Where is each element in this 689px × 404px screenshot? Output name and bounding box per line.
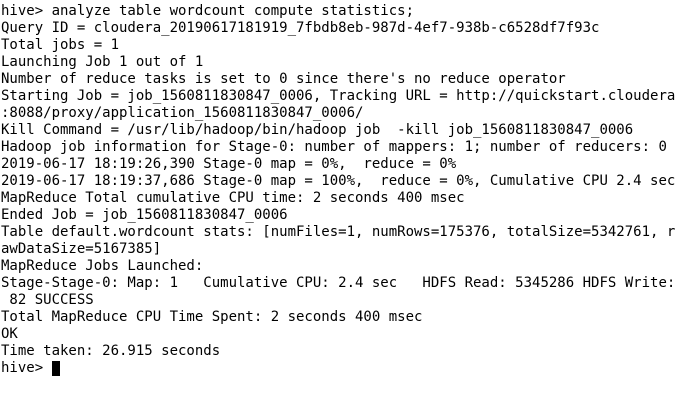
terminal-line: Total MapReduce CPU Time Spent: 2 second… [1, 309, 423, 325]
terminal-line: Table default.wordcount stats: [numFiles… [1, 224, 676, 240]
terminal-line: Query ID = cloudera_20190617181919_7fbdb… [1, 20, 600, 36]
terminal-line: Launching Job 1 out of 1 [1, 54, 204, 70]
terminal-line: Hadoop job information for Stage-0: numb… [1, 139, 667, 155]
text-cursor [51, 361, 60, 376]
terminal-line: Total jobs = 1 [1, 37, 120, 53]
terminal-line: MapReduce Total cumulative CPU time: 2 s… [1, 190, 465, 206]
terminal-line: MapReduce Jobs Launched: [1, 258, 204, 274]
terminal-output[interactable]: hive> analyze table wordcount compute st… [1, 3, 689, 404]
terminal-line: 2019-06-17 18:19:26,390 Stage-0 map = 0%… [1, 156, 457, 172]
terminal-line: Number of reduce tasks is set to 0 since… [1, 71, 566, 87]
terminal-line: Ended Job = job_1560811830847_0006 [1, 207, 288, 223]
terminal-line: Starting Job = job_1560811830847_0006, T… [1, 88, 676, 104]
prompt-label: hive> [1, 360, 52, 376]
terminal-line: Stage-Stage-0: Map: 1 Cumulative CPU: 2.… [1, 275, 676, 291]
terminal-line: :8088/proxy/application_1560811830847_00… [1, 105, 364, 121]
terminal-line: Time taken: 26.915 seconds [1, 343, 221, 359]
terminal-line: Kill Command = /usr/lib/hadoop/bin/hadoo… [1, 122, 634, 138]
terminal-line: 2019-06-17 18:19:37,686 Stage-0 map = 10… [1, 173, 676, 189]
terminal-line: hive> analyze table wordcount compute st… [1, 3, 415, 19]
terminal-line: awDataSize=5167385] [1, 241, 162, 257]
terminal-line: OK [1, 326, 18, 342]
command-prompt-line[interactable]: hive> [1, 360, 689, 377]
terminal-line: 82 SUCCESS [1, 292, 94, 308]
